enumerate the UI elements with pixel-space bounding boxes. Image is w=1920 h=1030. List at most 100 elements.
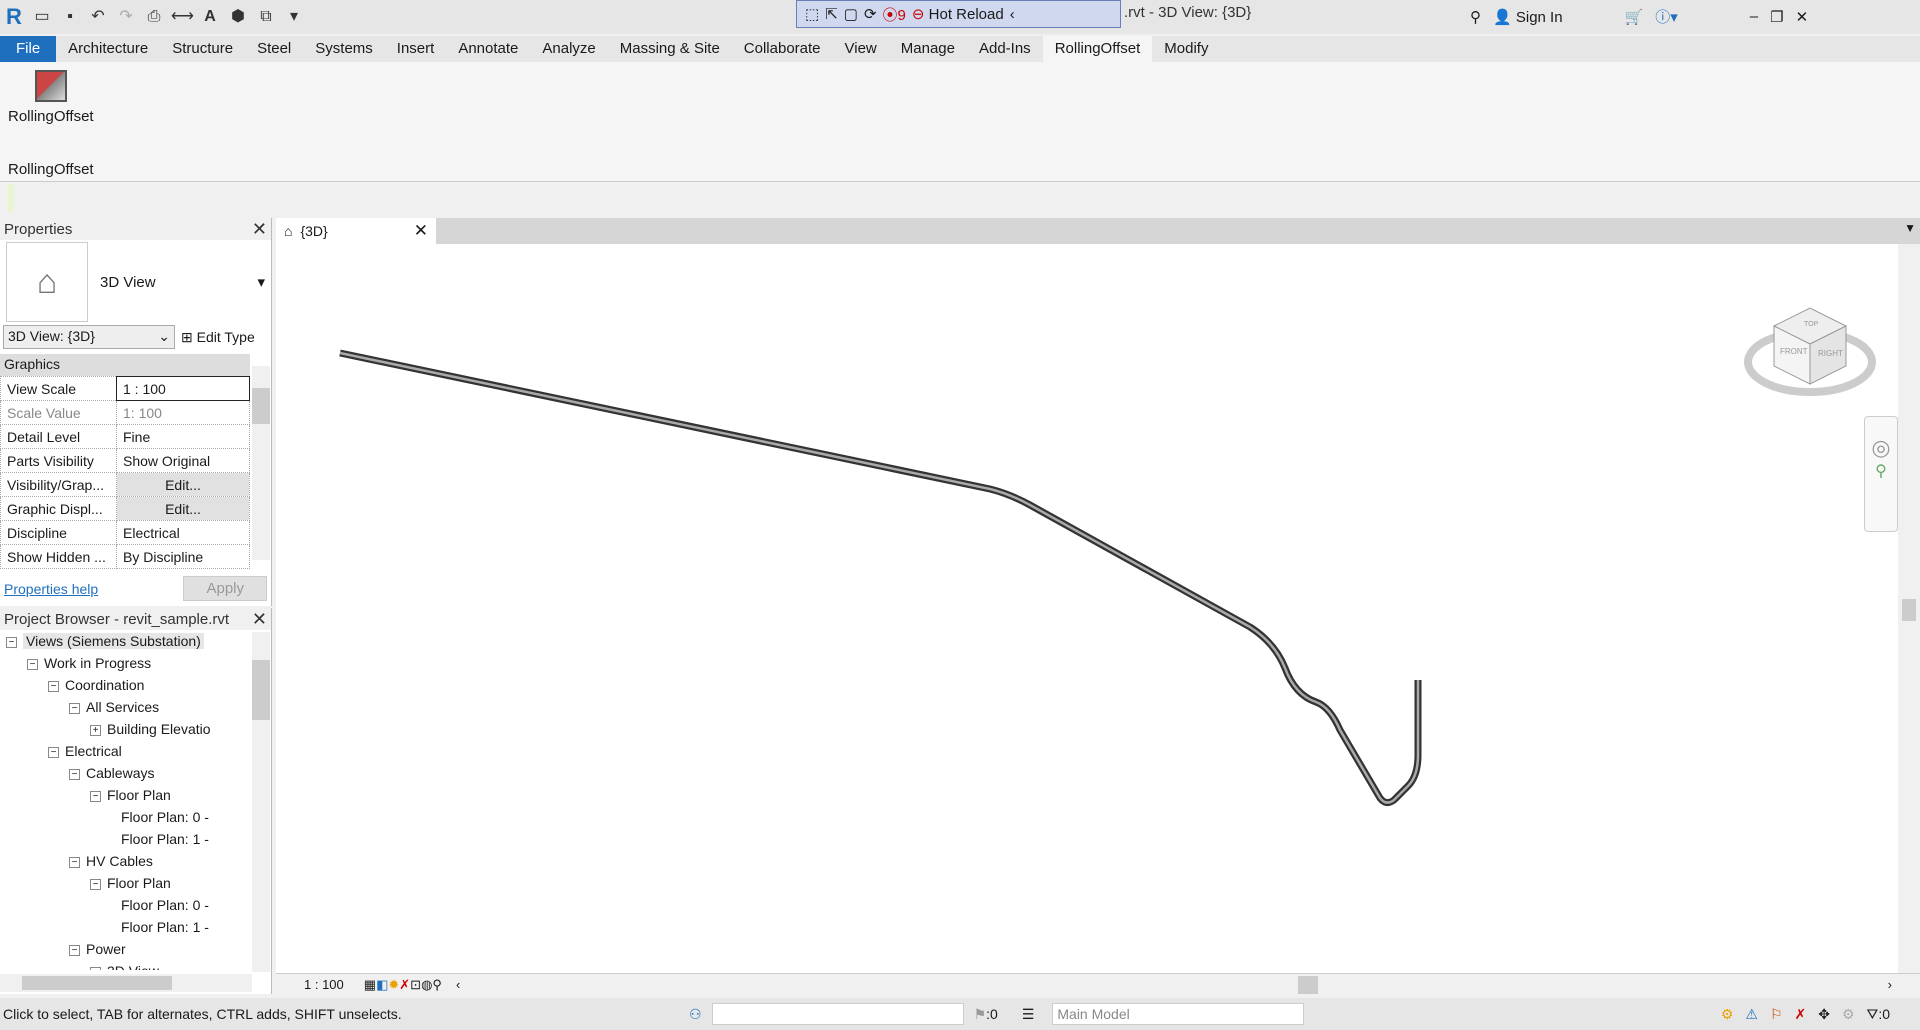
pick-icon[interactable]: ⬚: [805, 5, 819, 23]
close-browser-icon[interactable]: ✕: [252, 609, 267, 630]
tree-item[interactable]: − Floor Plan: [6, 784, 250, 806]
switch-windows-icon[interactable]: ⧉: [255, 6, 277, 28]
tab-file[interactable]: File: [0, 36, 57, 62]
scroll-right-icon[interactable]: ›: [1888, 977, 1892, 992]
collapse-icon[interactable]: −: [90, 966, 101, 970]
refresh-icon[interactable]: ⟳: [864, 5, 877, 23]
collapse-icon[interactable]: −: [6, 636, 17, 648]
apply-button[interactable]: Apply: [183, 576, 267, 601]
navigation-bar[interactable]: ◎ ⚲: [1864, 416, 1898, 532]
tab-steel[interactable]: Steel: [245, 36, 303, 62]
select-underlay-icon[interactable]: ⚠: [1745, 1006, 1758, 1023]
tree-item[interactable]: − Coordination: [6, 674, 250, 696]
collapse-icon[interactable]: −: [69, 702, 80, 714]
tab-modify[interactable]: Modify: [1152, 36, 1220, 62]
tab-collaborate[interactable]: Collaborate: [732, 36, 833, 62]
close-properties-icon[interactable]: ✕: [252, 219, 267, 240]
tab-3d-view[interactable]: ⌂ {3D} ✕: [276, 218, 436, 244]
tree-item[interactable]: − Cableways: [6, 762, 250, 784]
minimize-button[interactable]: –: [1750, 8, 1758, 25]
tab-massing-site[interactable]: Massing & Site: [608, 36, 732, 62]
tab-structure[interactable]: Structure: [160, 36, 245, 62]
rolling-offset-pipe[interactable]: [339, 349, 1422, 807]
3d-view-icon[interactable]: ⬢: [227, 6, 249, 28]
collapse-icon[interactable]: −: [48, 746, 59, 758]
canvas-vertical-scrollbar[interactable]: [1898, 244, 1920, 973]
shadows-icon[interactable]: ✗: [399, 977, 410, 993]
view-cube[interactable]: TOP FRONT RIGHT: [1742, 294, 1878, 404]
tab-add-ins[interactable]: Add-Ins: [967, 36, 1043, 62]
measure-icon[interactable]: ⟷: [171, 6, 194, 28]
design-options-icon[interactable]: ☰: [1022, 1006, 1035, 1023]
customize-dropdown-icon[interactable]: ▾: [283, 6, 305, 28]
hide-isolate-icon[interactable]: ◍: [421, 977, 432, 993]
tree-item[interactable]: − HV Cables: [6, 850, 250, 872]
tab-view[interactable]: View: [833, 36, 889, 62]
tree-item[interactable]: − Views (Siemens Substation): [6, 630, 250, 652]
tree-item[interactable]: − Floor Plan: [6, 872, 250, 894]
tree-item[interactable]: − Power: [6, 938, 250, 960]
tab-analyze[interactable]: Analyze: [530, 36, 607, 62]
filter-icon[interactable]: ⛛:0: [1867, 1006, 1890, 1023]
tree-item[interactable]: Floor Plan: 1 -: [6, 916, 250, 938]
tab-manage[interactable]: Manage: [889, 36, 967, 62]
tree-item[interactable]: − 3D View: [6, 960, 250, 970]
tab-annotate[interactable]: Annotate: [446, 36, 530, 62]
binoculars-icon[interactable]: ⚲: [1470, 8, 1481, 26]
design-option-select[interactable]: Main Model: [1052, 1003, 1305, 1025]
instance-select[interactable]: 3D View: {3D} ⌄: [3, 325, 175, 349]
collapse-icon[interactable]: −: [27, 658, 38, 670]
collapse-icon[interactable]: −: [48, 680, 59, 692]
editable-icon[interactable]: ⚑: [974, 1006, 987, 1023]
tree-item[interactable]: + Building Elevatio: [6, 718, 250, 740]
zoom-icon[interactable]: ⚲: [1865, 461, 1897, 481]
select-pinned-icon[interactable]: ⚐: [1770, 1006, 1783, 1023]
print-icon[interactable]: ⎙: [143, 6, 165, 28]
reveal-hidden-icon[interactable]: ⚲: [432, 977, 442, 993]
text-icon[interactable]: A: [199, 6, 221, 28]
hot-reload-button[interactable]: ⊖ Hot Reload: [912, 5, 1004, 23]
collapse-icon[interactable]: −: [90, 878, 101, 890]
close-tab-icon[interactable]: ✕: [414, 221, 428, 241]
collapse-icon[interactable]: −: [69, 856, 80, 868]
tree-item[interactable]: Floor Plan: 0 -: [6, 806, 250, 828]
property-value[interactable]: Show Original: [116, 448, 250, 473]
select-icon[interactable]: ⇱: [825, 5, 838, 23]
property-value[interactable]: 1: 100: [116, 400, 250, 425]
graphics-group[interactable]: Graphics: [0, 354, 250, 376]
view-scale[interactable]: 1 : 100: [304, 977, 344, 992]
scroll-left-icon[interactable]: ‹: [456, 977, 460, 992]
drag-elements-icon[interactable]: ✥: [1818, 1006, 1830, 1023]
steering-wheel-icon[interactable]: ◎: [1865, 435, 1897, 461]
property-value[interactable]: Fine: [116, 424, 250, 449]
tree-item[interactable]: − All Services: [6, 696, 250, 718]
undo-icon[interactable]: ↶: [87, 6, 109, 28]
collapse-icon[interactable]: −: [69, 768, 80, 780]
3d-view-canvas[interactable]: TOP FRONT RIGHT ◎ ⚲: [276, 244, 1898, 973]
edit-type-button[interactable]: ⊞ Edit Type: [181, 329, 255, 346]
rolling-offset-button[interactable]: RollingOffset: [8, 70, 94, 125]
close-button[interactable]: ✕: [1796, 8, 1809, 26]
tab-architecture[interactable]: Architecture: [56, 36, 160, 62]
type-selector[interactable]: ⌂ 3D View ▾: [0, 240, 271, 324]
save-icon[interactable]: ▪: [59, 6, 81, 28]
redo-icon[interactable]: ↷: [115, 6, 137, 28]
browser-scrollbar[interactable]: [252, 632, 270, 972]
collapse-icon[interactable]: ‹: [1010, 6, 1015, 23]
property-value[interactable]: By Discipline: [116, 544, 250, 569]
tab-menu-icon[interactable]: ▼: [1904, 221, 1916, 235]
browser-hscrollbar[interactable]: [0, 974, 252, 992]
frame-icon[interactable]: ▢: [844, 5, 858, 23]
visual-style-icon[interactable]: ◧: [376, 977, 388, 993]
help-icon[interactable]: ⓘ▾: [1655, 6, 1678, 27]
tree-item[interactable]: Floor Plan: 1 -: [6, 828, 250, 850]
cart-icon[interactable]: 🛒: [1625, 8, 1644, 26]
expand-icon[interactable]: +: [90, 724, 101, 736]
detail-level-icon[interactable]: ▦: [364, 977, 376, 993]
properties-scrollbar[interactable]: [252, 366, 270, 560]
tree-item[interactable]: − Work in Progress: [6, 652, 250, 674]
collapse-icon[interactable]: −: [69, 944, 80, 956]
canvas-horizontal-scrollbar[interactable]: [1298, 976, 1318, 994]
property-value[interactable]: Electrical: [116, 520, 250, 545]
restore-button[interactable]: ❐: [1770, 8, 1783, 26]
